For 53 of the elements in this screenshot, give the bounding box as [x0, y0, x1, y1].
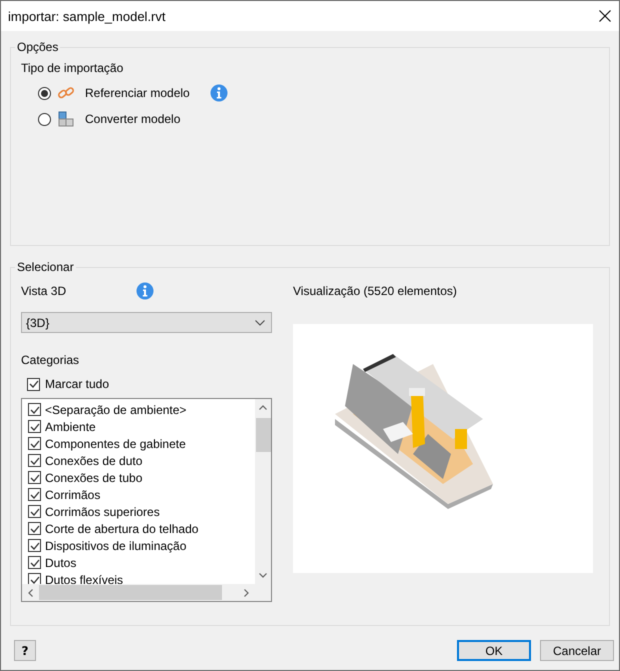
info-icon[interactable]	[210, 84, 228, 102]
checkbox[interactable]	[28, 420, 41, 433]
list-item-label: Conexões de duto	[45, 454, 142, 468]
ok-button[interactable]: OK	[457, 640, 531, 661]
checkbox[interactable]	[28, 471, 41, 484]
list-item-label: Corrimãos superiores	[45, 504, 160, 518]
checkbox-label: Marcar tudo	[45, 377, 110, 391]
checkbox[interactable]	[28, 403, 41, 416]
checkbox[interactable]	[28, 505, 41, 518]
section-label: Categorias	[21, 353, 80, 367]
checkbox[interactable]	[28, 522, 41, 535]
close-icon[interactable]	[599, 10, 611, 22]
info-icon[interactable]	[136, 282, 154, 300]
view-dropdown[interactable]: {3D}	[21, 312, 272, 333]
vertical-scrollbar[interactable]	[255, 399, 271, 584]
window-title: importar: sample_model.rvt	[8, 8, 166, 24]
list-item-label: Corte de abertura do telhado	[45, 522, 198, 536]
field-label: Vista 3D	[21, 284, 66, 298]
list-item-label: Conexões de tubo	[45, 470, 142, 484]
list-item-label: Dispositivos de iluminação	[45, 538, 186, 552]
list-item-label: Corrimãos	[45, 488, 100, 502]
checkbox[interactable]	[27, 378, 40, 390]
checkbox[interactable]	[28, 573, 41, 584]
radio-label: Referenciar modelo	[85, 86, 190, 100]
chevron-down-icon	[255, 320, 265, 326]
checkbox[interactable]	[28, 454, 41, 467]
radio-button[interactable]	[38, 112, 51, 126]
section-label: Tipo de importação	[21, 61, 124, 75]
scrollbar-thumb[interactable]	[39, 585, 222, 600]
scrollbar-thumb[interactable]	[256, 418, 270, 452]
group-title: Opções	[16, 40, 60, 54]
radio-label: Converter modelo	[85, 112, 180, 126]
horizontal-scrollbar[interactable]	[22, 584, 255, 601]
chevron-down-icon	[259, 573, 267, 578]
chevron-up-icon	[259, 405, 267, 410]
cancel-button[interactable]: Cancelar	[540, 640, 614, 661]
dropdown-value: {3D}	[26, 316, 50, 330]
group-title: Selecionar	[16, 260, 75, 274]
chevron-left-icon	[28, 588, 33, 596]
list-item-label: <Separação de ambiente>	[45, 402, 186, 416]
preview-label: Visualização (5520 elementos)	[293, 284, 457, 298]
help-button[interactable]: ?	[14, 640, 36, 661]
list-item-label: Dutos flexíveis	[45, 572, 124, 584]
chevron-right-icon	[244, 588, 249, 596]
radio-button[interactable]	[38, 86, 51, 100]
checkbox[interactable]	[28, 556, 41, 569]
list-item-label: Componentes de gabinete	[45, 436, 186, 450]
checkbox[interactable]	[28, 539, 41, 552]
checkbox[interactable]	[28, 488, 41, 501]
checkbox[interactable]	[28, 437, 41, 450]
list-item-label: Dutos	[45, 556, 76, 570]
list-item-label: Ambiente	[45, 420, 96, 434]
blocks-icon	[57, 110, 75, 128]
